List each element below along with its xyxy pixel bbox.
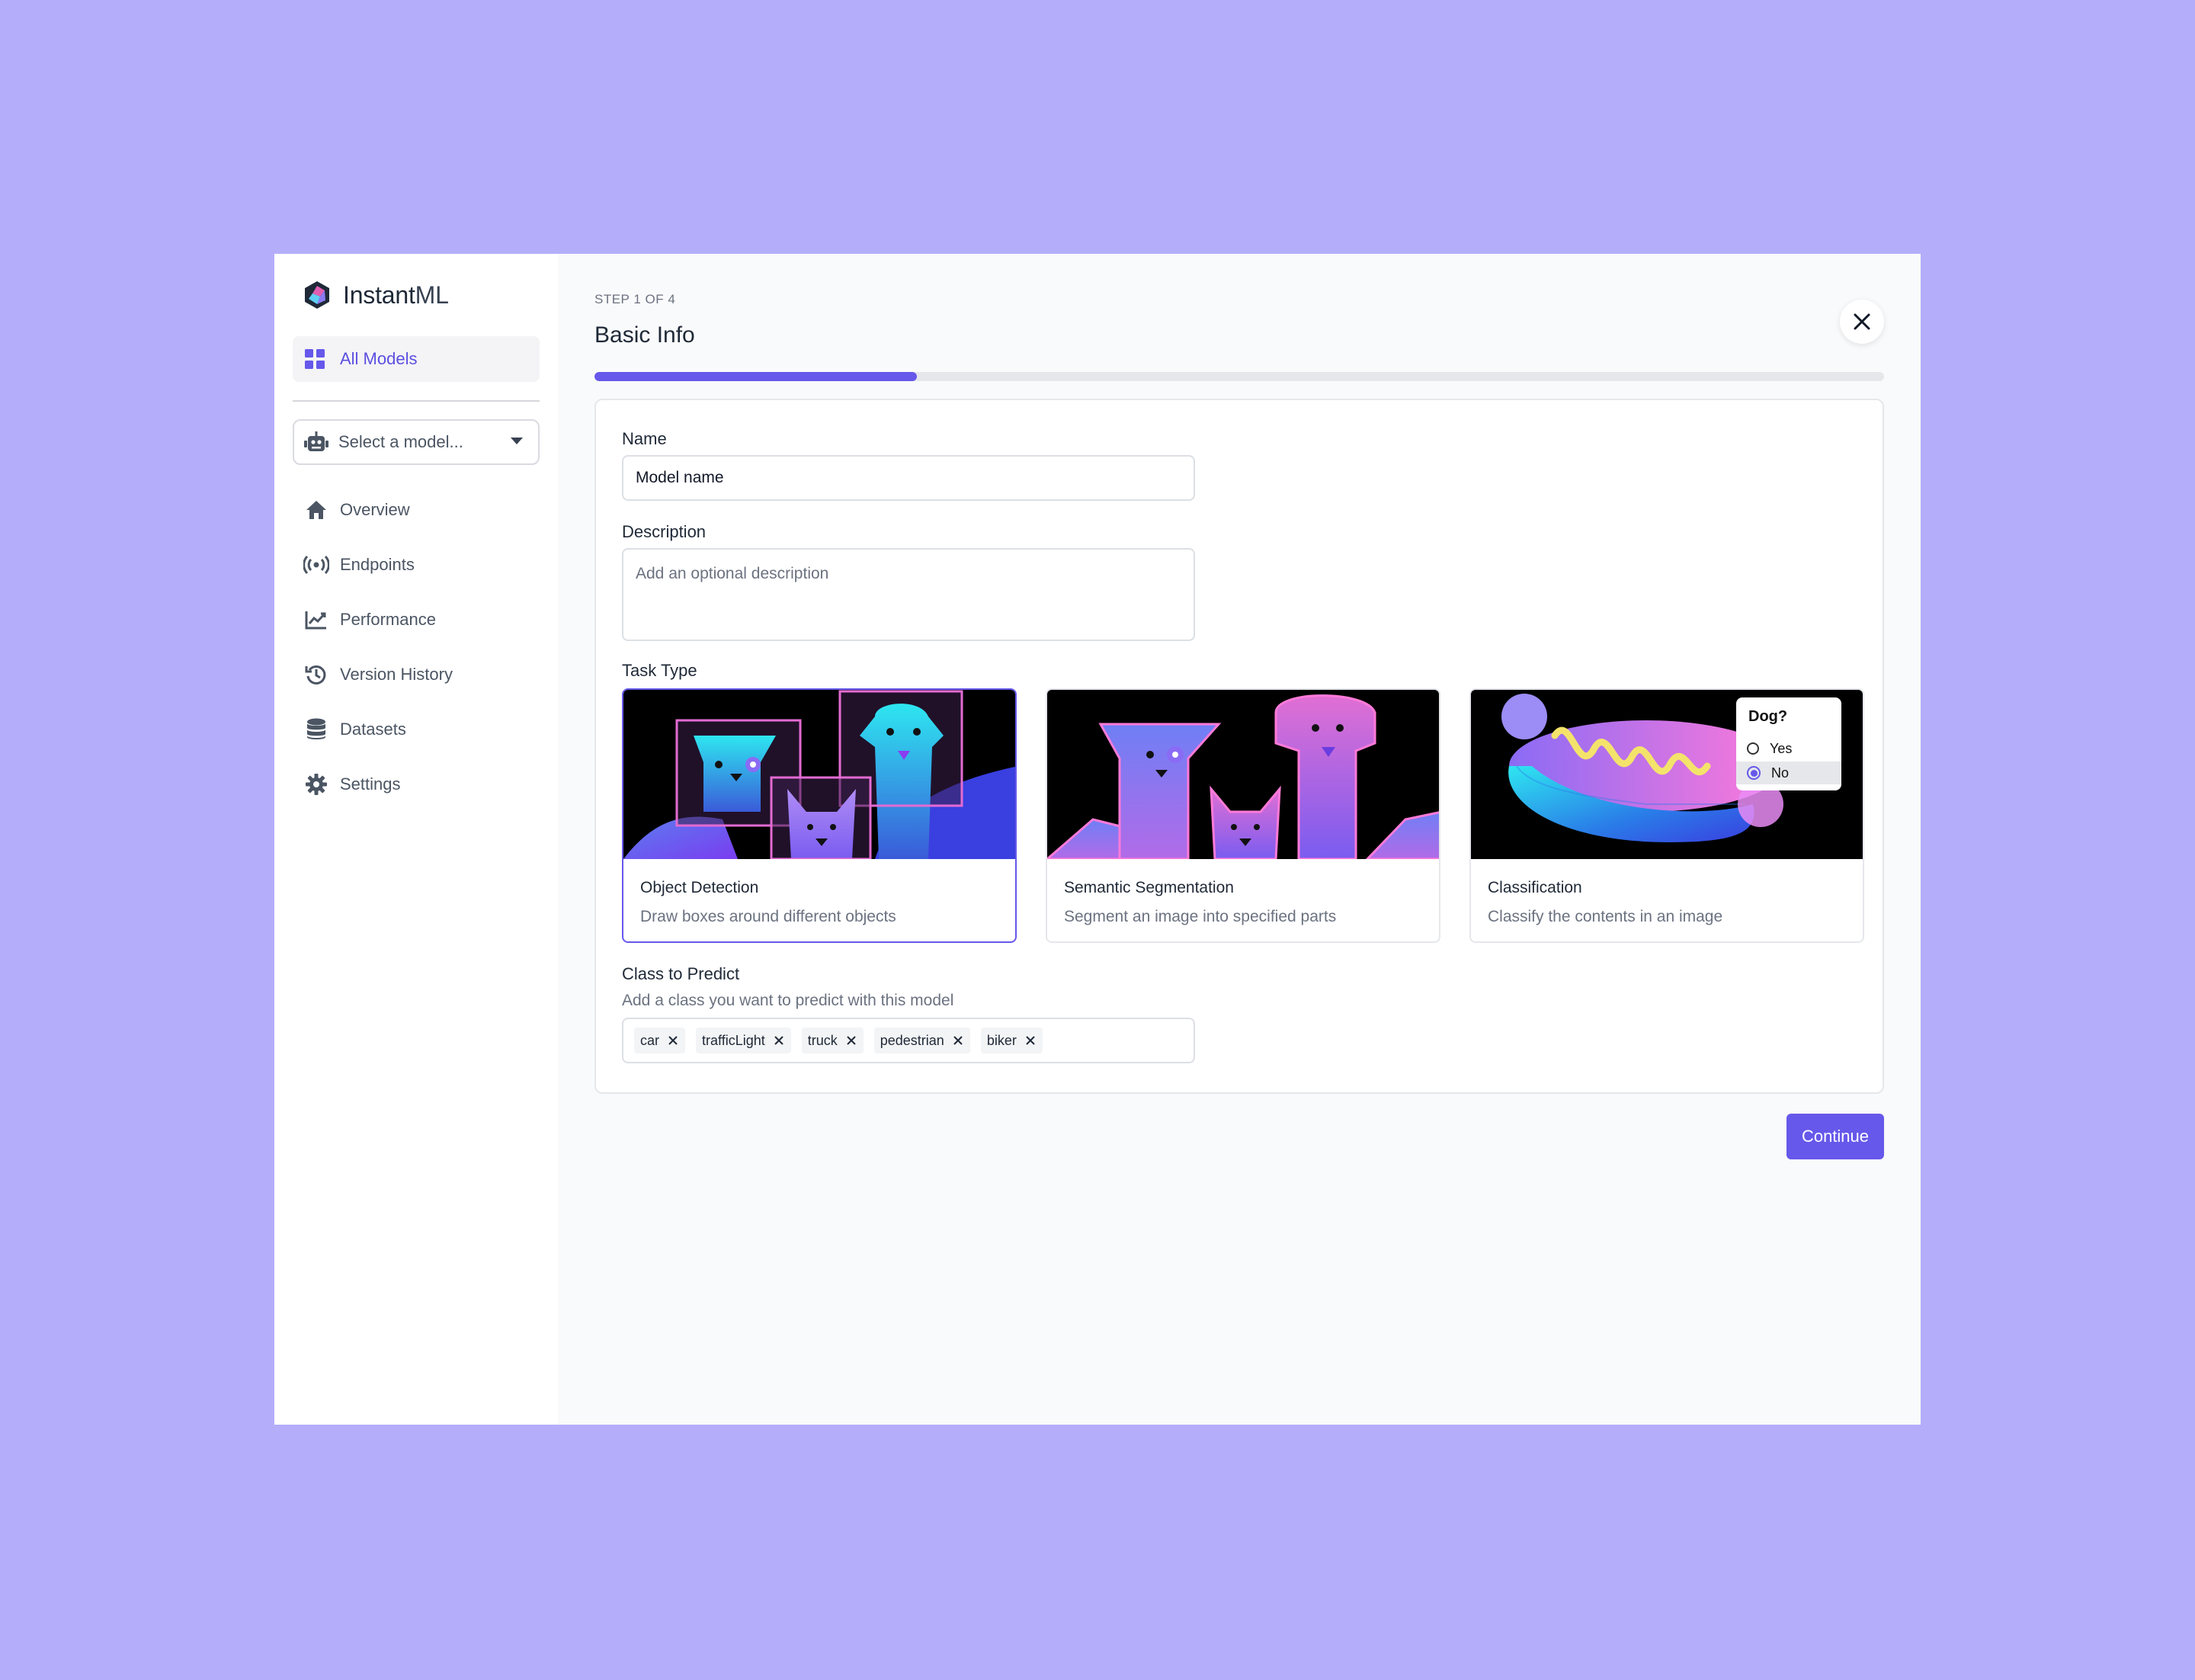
progress-fill	[594, 372, 917, 381]
class-tag-label: pedestrian	[880, 1032, 944, 1048]
step-indicator: STEP 1 OF 4	[594, 292, 676, 306]
popup-option-yes[interactable]: Yes	[1736, 737, 1841, 760]
close-button[interactable]	[1840, 300, 1884, 344]
task-description: Draw boxes around different objects	[640, 908, 896, 925]
app-name-prefix: Instant	[343, 281, 415, 309]
radio-unchecked-icon	[1747, 742, 1759, 755]
sidebar-item-endpoints[interactable]: Endpoints	[293, 537, 540, 592]
name-field[interactable]: Model name	[622, 455, 1195, 501]
sidebar-item-version-history[interactable]: Version History	[293, 647, 540, 702]
sidebar-item-label: All Models	[340, 349, 418, 368]
remove-tag-icon[interactable]	[773, 1034, 785, 1047]
description-label: Description	[622, 522, 707, 541]
app-window: InstantML All Models Select a model... O…	[274, 254, 1921, 1425]
sidebar-item-overview[interactable]: Overview	[293, 483, 540, 537]
remove-tag-icon[interactable]	[1024, 1034, 1037, 1047]
model-select[interactable]: Select a model...	[293, 419, 540, 465]
class-tag: trafficLight	[696, 1028, 791, 1053]
task-description: Segment an image into specified parts	[1064, 908, 1337, 925]
task-card-object-detection[interactable]: Object Detection Draw boxes around diffe…	[622, 688, 1017, 943]
brand[interactable]: InstantML	[302, 275, 449, 315]
main-content: STEP 1 OF 4 Basic Info Name Model name D…	[558, 254, 1921, 1425]
task-title: Object Detection	[640, 879, 759, 896]
gear-icon	[303, 771, 329, 797]
model-select-label: Select a model...	[338, 432, 463, 451]
broadcast-icon	[303, 552, 329, 578]
sidebar-item-all-models[interactable]: All Models	[293, 336, 540, 382]
database-icon	[303, 717, 329, 742]
form-card: Name Model name Description Add an optio…	[594, 399, 1884, 1094]
class-tag-label: biker	[986, 1032, 1017, 1048]
popup-option-no[interactable]: No	[1736, 761, 1841, 784]
task-description: Classify the contents in an image	[1488, 908, 1723, 925]
sidebar-item-settings[interactable]: Settings	[293, 757, 540, 812]
remove-tag-icon[interactable]	[667, 1034, 679, 1047]
sidebar: InstantML All Models Select a model... O…	[274, 254, 558, 1425]
class-tag-label: truck	[807, 1032, 838, 1048]
home-icon	[303, 497, 329, 523]
sidebar-nav: Overview Endpoints Performance Version H…	[293, 483, 540, 812]
grid-icon	[303, 348, 326, 370]
app-name: InstantML	[343, 281, 449, 309]
history-icon	[303, 662, 329, 688]
robot-icon	[303, 429, 329, 455]
progress-bar	[594, 372, 1884, 381]
sidebar-item-label: Datasets	[340, 720, 406, 739]
popup-option-label: Yes	[1770, 740, 1793, 756]
popup-option-label: No	[1771, 765, 1790, 781]
class-tag: truck	[801, 1028, 864, 1053]
sidebar-item-label: Version History	[340, 665, 453, 684]
sidebar-item-label: Settings	[340, 774, 401, 794]
class-to-predict-help: Add a class you want to predict with thi…	[622, 992, 954, 1009]
radio-checked-icon	[1747, 766, 1761, 780]
sidebar-item-label: Endpoints	[340, 555, 415, 574]
class-tag: pedestrian	[873, 1028, 970, 1053]
logo-icon	[305, 281, 329, 309]
class-tags-input[interactable]: car trafficLight truck pedestrian biker	[622, 1018, 1195, 1063]
remove-tag-icon[interactable]	[845, 1034, 857, 1047]
page-title: Basic Info	[594, 322, 695, 348]
sidebar-item-label: Overview	[340, 500, 410, 519]
classification-illustration: Dog? Yes No	[1471, 690, 1863, 859]
task-card-semantic-segmentation[interactable]: Semantic Segmentation Segment an image i…	[1046, 688, 1440, 943]
sidebar-item-label: Performance	[340, 610, 436, 629]
task-title: Semantic Segmentation	[1064, 879, 1234, 896]
description-field[interactable]: Add an optional description	[622, 548, 1195, 641]
chart-line-icon	[303, 607, 329, 633]
task-title: Classification	[1488, 879, 1582, 896]
sidebar-divider	[293, 400, 540, 402]
class-tag: biker	[980, 1028, 1043, 1053]
app-name-suffix: ML	[415, 281, 449, 309]
class-to-predict-label: Class to Predict	[622, 964, 740, 983]
sidebar-item-performance[interactable]: Performance	[293, 592, 540, 647]
radio-dot	[1750, 769, 1758, 777]
chevron-down-icon	[511, 438, 523, 444]
class-tag: car	[634, 1028, 686, 1053]
classification-popup: Dog? Yes No	[1736, 697, 1841, 790]
close-icon	[1854, 313, 1870, 330]
semantic-segmentation-illustration	[1047, 690, 1439, 859]
task-type-label: Task Type	[622, 661, 697, 680]
object-detection-illustration	[623, 690, 1015, 859]
continue-button[interactable]: Continue	[1786, 1114, 1884, 1159]
remove-tag-icon[interactable]	[952, 1034, 964, 1047]
task-card-classification[interactable]: Dog? Yes No Classification Classify the …	[1469, 688, 1864, 943]
class-tag-label: trafficLight	[702, 1032, 765, 1048]
sidebar-item-datasets[interactable]: Datasets	[293, 702, 540, 757]
name-label: Name	[622, 429, 667, 448]
class-tag-label: car	[640, 1032, 660, 1048]
popup-question: Dog?	[1748, 708, 1788, 725]
